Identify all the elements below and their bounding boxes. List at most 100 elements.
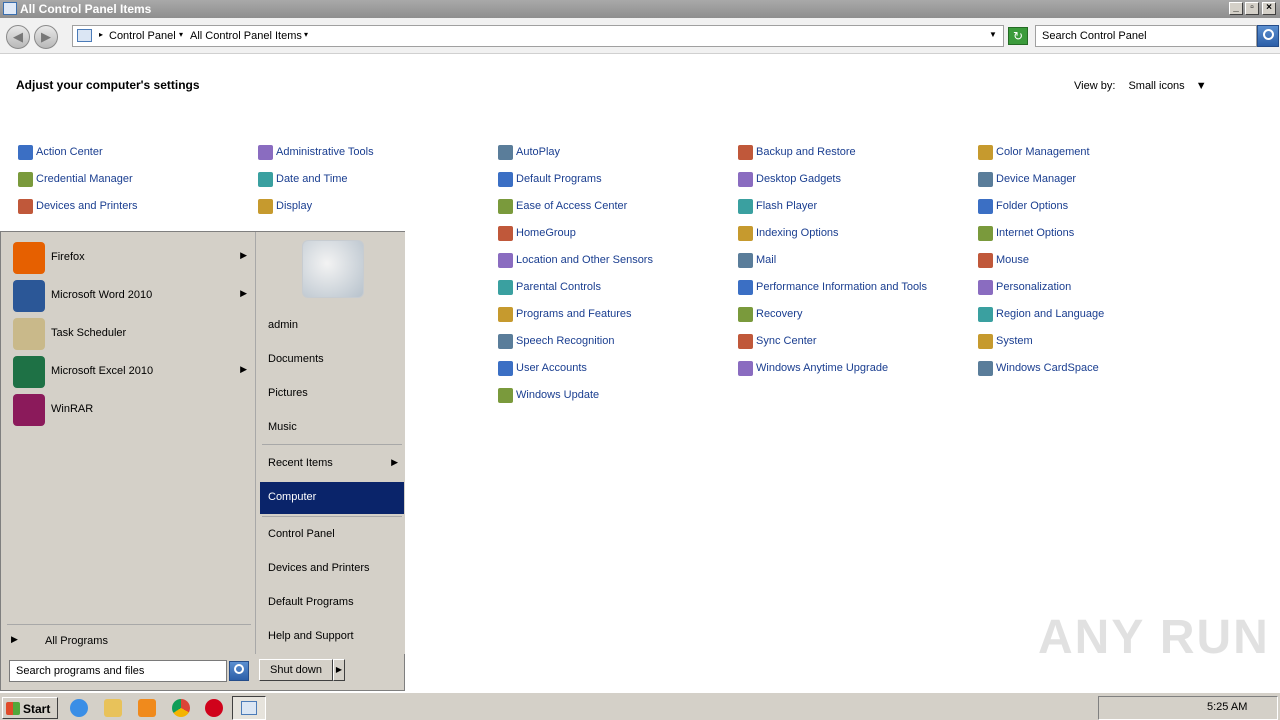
program-item[interactable]: Firefox ▶ — [11, 240, 251, 276]
start-link-label: Control Panel — [268, 528, 335, 540]
page-title: Adjust your computer's settings — [16, 78, 200, 92]
devices-and-printers-icon — [18, 199, 33, 214]
internet-options-icon — [978, 226, 993, 241]
chevron-right-icon[interactable]: ▶ — [240, 250, 247, 261]
speech-recognition-icon — [498, 334, 513, 349]
start-link-label: Help and Support — [268, 630, 354, 642]
search-input[interactable]: Search Control Panel — [1035, 25, 1257, 47]
start-link-pictures[interactable]: Pictures — [260, 378, 404, 410]
device-manager-icon — [978, 172, 993, 187]
chrome-icon[interactable] — [172, 699, 190, 717]
start-link-documents[interactable]: Documents — [260, 344, 404, 376]
maximize-button[interactable]: ▫ — [1245, 2, 1259, 15]
display-icon — [258, 199, 273, 214]
start-link-computer[interactable]: Computer — [260, 482, 404, 514]
start-link-label: admin — [268, 319, 298, 331]
cp-item-label: Personalization — [996, 281, 1072, 293]
chevron-right-icon[interactable]: ▶ — [240, 364, 247, 375]
all-programs-label: All Programs — [45, 635, 108, 647]
start-link-control-panel[interactable]: Control Panel — [260, 519, 404, 551]
program-label: Firefox — [51, 251, 85, 263]
refresh-button[interactable]: ↻ — [1008, 27, 1028, 45]
address-history-dropdown[interactable]: ▼ — [989, 30, 997, 39]
cp-item-label: Administrative Tools — [276, 146, 374, 158]
cp-item-label: Color Management — [996, 146, 1090, 158]
folder-icon[interactable] — [104, 699, 122, 717]
cp-item-label: HomeGroup — [516, 227, 576, 239]
chevron-right-icon[interactable]: ▶ — [240, 288, 247, 299]
shut-down-button[interactable]: Shut down — [259, 659, 333, 681]
cp-item-label: Desktop Gadgets — [756, 173, 841, 185]
start-link-label: Recent Items — [268, 457, 333, 469]
cp-item-label: Date and Time — [276, 173, 348, 185]
notification-area — [1098, 696, 1278, 720]
cp-item-label: Parental Controls — [516, 281, 601, 293]
divider — [262, 444, 402, 445]
start-menu-links: admin Documents Pictures Music Recent Items ▶… — [255, 232, 405, 654]
close-button[interactable]: × — [1262, 2, 1276, 15]
cp-item-label: Recovery — [756, 308, 803, 320]
personalization-icon — [978, 280, 993, 295]
program-item[interactable]: WinRAR — [11, 392, 251, 428]
homegroup-icon — [498, 226, 513, 241]
start-link-default-programs[interactable]: Default Programs — [260, 587, 404, 619]
back-button[interactable]: ◀ — [6, 25, 30, 49]
start-link-label: Default Programs — [268, 596, 354, 608]
address-bar[interactable]: ▸ Control Panel ▾ All Control Panel Item… — [72, 25, 1004, 47]
start-button[interactable]: Start — [2, 697, 58, 719]
start-link-admin[interactable]: admin — [260, 310, 404, 342]
start-search-input[interactable]: Search programs and files — [9, 660, 227, 682]
cp-item-label: Flash Player — [756, 200, 818, 212]
minimize-button[interactable]: _ — [1229, 2, 1243, 15]
window-title-bar: All Control Panel Items _ ▫ × — [0, 0, 1280, 18]
start-link-music[interactable]: Music — [260, 412, 404, 444]
start-link-help-and-support[interactable]: Help and Support — [260, 621, 404, 653]
cp-item-label: User Accounts — [516, 362, 587, 374]
programs-and-features-icon — [498, 307, 513, 322]
start-label: Start — [23, 702, 51, 716]
parental-controls-icon — [498, 280, 513, 295]
cp-item-label: Indexing Options — [756, 227, 839, 239]
all-programs-button[interactable]: ▶ All Programs — [11, 632, 251, 650]
view-by-control[interactable]: View by: Small icons ▼ — [1074, 80, 1207, 92]
chevron-right-icon[interactable]: ▸ — [99, 30, 103, 39]
program-item[interactable]: Microsoft Word 2010 ▶ — [11, 278, 251, 314]
default-programs-icon — [498, 172, 513, 187]
internet-explorer-icon[interactable] — [70, 699, 88, 717]
clock[interactable]: 5:25 AM — [1207, 701, 1247, 713]
start-link-devices-and-printers[interactable]: Devices and Printers — [260, 553, 404, 585]
mail-icon — [738, 253, 753, 268]
view-by-value[interactable]: Small icons — [1128, 80, 1184, 92]
shut-down-options-arrow[interactable]: ▶ — [333, 659, 345, 681]
chevron-down-icon[interactable]: ▾ — [304, 30, 308, 39]
folder-options-icon — [978, 199, 993, 214]
program-item[interactable]: Microsoft Excel 2010 ▶ — [11, 354, 251, 390]
chevron-down-icon[interactable]: ▾ — [179, 30, 183, 39]
program-label: Microsoft Word 2010 — [51, 289, 153, 301]
opera-icon[interactable] — [205, 699, 223, 717]
user-picture[interactable] — [302, 240, 364, 298]
administrative-tools-icon — [258, 145, 273, 160]
program-item[interactable]: Task Scheduler — [11, 316, 251, 352]
cp-item-label: Folder Options — [996, 200, 1069, 212]
cp-item-label: Mail — [756, 254, 777, 266]
start-menu: Firefox ▶ Microsoft Word 2010 ▶ Task Schedul… — [0, 231, 405, 691]
cp-item-label: AutoPlay — [516, 146, 561, 158]
forward-button[interactable]: ▶ — [34, 25, 58, 49]
search-icon[interactable] — [1257, 25, 1279, 47]
breadcrumb-all-items[interactable]: All Control Panel Items — [190, 30, 302, 42]
breadcrumb-control-panel[interactable]: Control Panel — [109, 30, 176, 42]
taskbar-control-panel-button[interactable] — [232, 696, 266, 720]
region-and-language-icon — [978, 307, 993, 322]
view-by-label: View by: — [1074, 80, 1116, 92]
search-icon[interactable] — [229, 661, 249, 681]
media-player-icon[interactable] — [138, 699, 156, 717]
ease-of-access-center-icon — [498, 199, 513, 214]
chevron-down-icon[interactable]: ▼ — [1196, 80, 1207, 92]
cp-item-label: Ease of Access Center — [516, 200, 628, 212]
autoplay-icon — [498, 145, 513, 160]
sync-center-icon — [738, 334, 753, 349]
credential-manager-icon — [18, 172, 33, 187]
control-panel-icon — [3, 2, 17, 15]
start-link-recent-items[interactable]: Recent Items ▶ — [260, 448, 404, 480]
